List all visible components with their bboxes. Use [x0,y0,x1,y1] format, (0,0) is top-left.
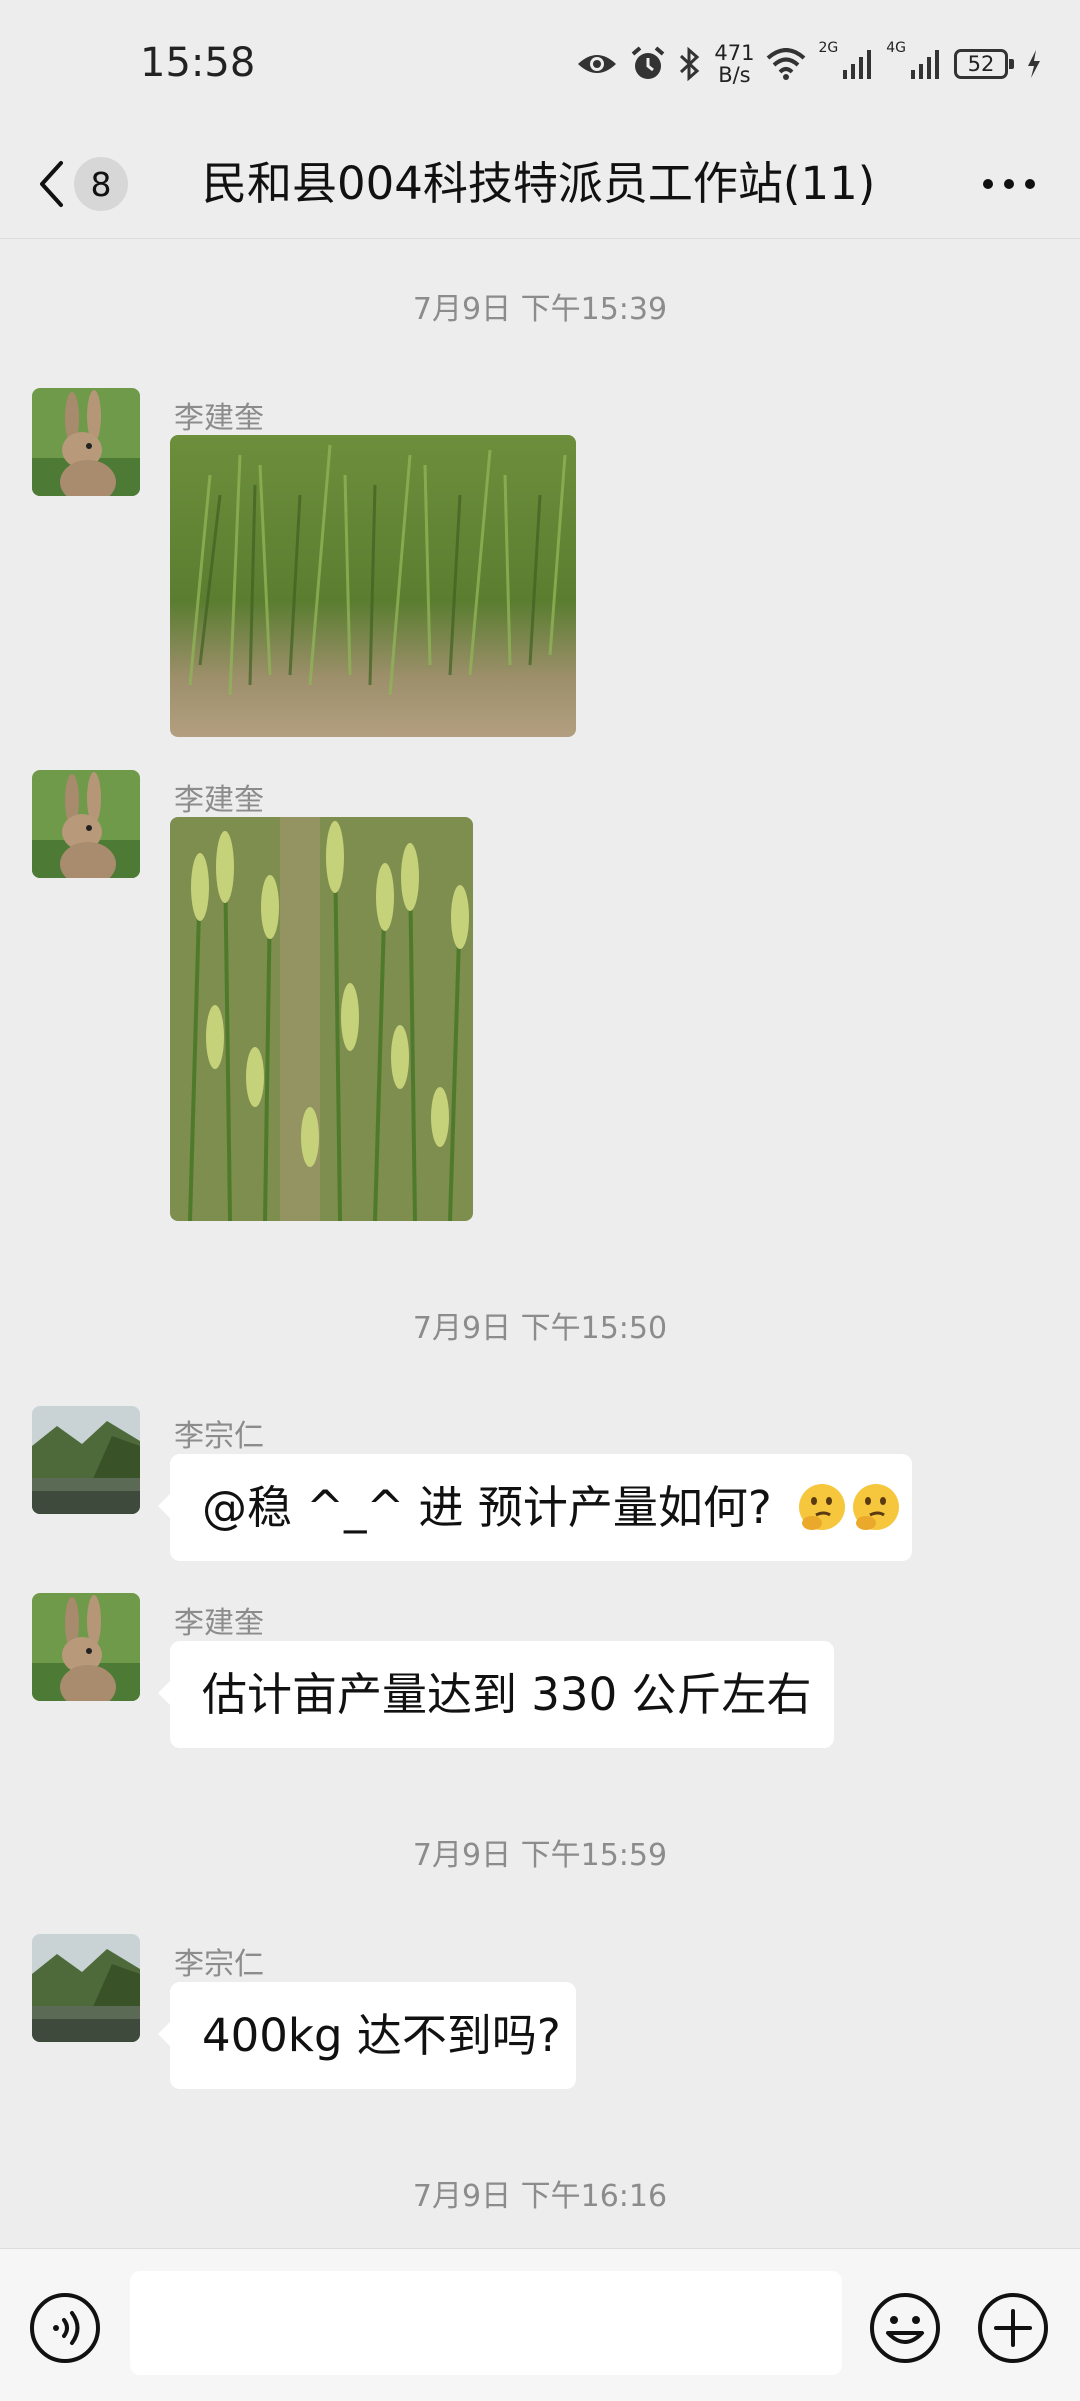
plus-icon [978,2293,1048,2363]
sender-name: 李建奎 [174,783,264,818]
wheat-field-photo[interactable] [170,435,576,737]
avatar-landscape[interactable] [32,1406,140,1514]
wifi-icon [767,48,806,80]
message-bubble[interactable]: @稳 ^_^ 进 预计产量如何? [158,1454,912,1561]
more-button[interactable] [974,160,1044,208]
message-text: 400kg 达不到吗? [202,2009,561,2062]
alarm-icon [632,46,665,79]
bluetooth-icon [680,46,700,82]
message-bubble[interactable]: 400kg 达不到吗? [158,1982,576,2089]
emoji-button[interactable] [868,2291,942,2369]
sender-name: 李建奎 [174,401,264,436]
message-text: 估计亩产量达到 330 公斤左右 [202,1668,812,1721]
battery-level: 52 [967,52,995,76]
status-bar: 15:58 471 B/s 2G 4G 52 [0,0,1080,130]
voice-icon [30,2293,100,2363]
more-icon [983,179,1035,189]
voice-button[interactable] [28,2291,102,2369]
avatar-rabbit[interactable] [32,1593,140,1701]
thinking-face-icon [799,1484,846,1530]
signal-icon [843,50,872,79]
chat-title: 民和县004科技特派员工作站(11) [202,157,876,210]
charging-icon [1028,50,1040,78]
wheat-ears-photo[interactable] [170,817,473,1221]
message-text: @稳 ^_^ 进 预计产量如何? [202,1481,772,1534]
sender-name: 李宗仁 [174,1947,264,1982]
message-timestamp: 7月9日 下午15:59 [412,1838,668,1873]
unread-count-badge: 8 [74,157,128,211]
input-bar [0,2248,1080,2401]
avatar-landscape[interactable] [32,1934,140,2042]
network-4g-label: 4G [886,40,906,56]
network-2g-label: 2G [818,40,839,56]
message-bubble[interactable]: 估计亩产量达到 330 公斤左右 [158,1641,834,1748]
status-time: 15:58 [140,40,256,86]
message-timestamp: 7月9日 下午15:50 [412,1311,668,1346]
sender-name: 李宗仁 [174,1419,264,1454]
speed-unit: B/s [718,63,751,87]
network-speed: 471 B/s [714,42,754,86]
avatar-rabbit[interactable] [32,770,140,878]
message-input[interactable] [130,2271,842,2375]
thinking-face-icon [853,1484,900,1530]
message-timestamp: 7月9日 下午16:16 [412,2179,668,2214]
chat-header: 8 民和县004科技特派员工作站(11) [0,130,1080,239]
signal-icon [911,50,939,79]
avatar-rabbit[interactable] [32,388,140,496]
status-icons: 471 B/s 2G 4G 52 [576,38,1042,90]
speed-value: 471 [714,41,755,65]
eye-icon [578,55,617,73]
chevron-left-icon [40,161,63,207]
sender-name: 李建奎 [174,1606,264,1641]
message-timestamp: 7月9日 下午15:39 [412,292,668,327]
battery-indicator: 52 [954,49,1014,79]
more-functions-button[interactable] [976,2291,1050,2369]
emoji-icon [870,2293,940,2363]
back-button[interactable]: 8 [36,152,146,216]
